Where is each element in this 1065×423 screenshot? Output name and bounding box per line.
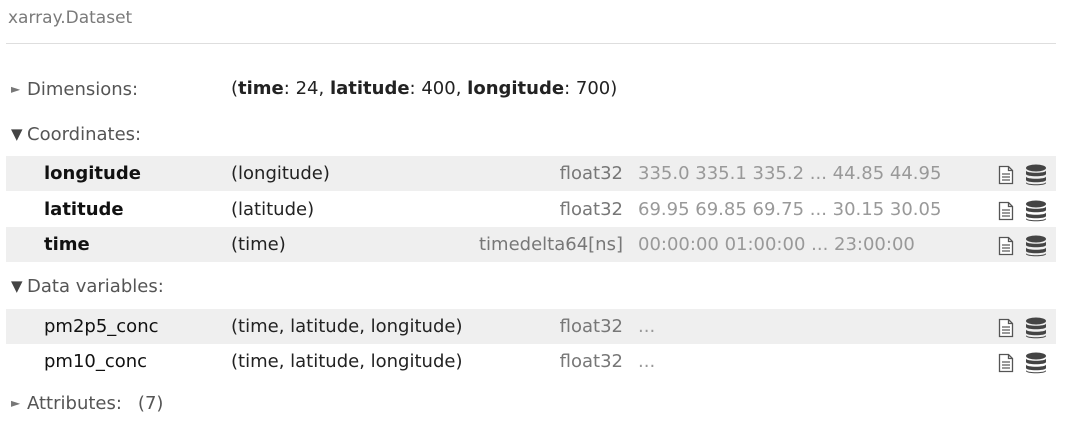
data-variable-row-pm2p5-conc: pm2p5_conc (time, latitude, longitude) f…: [6, 309, 1056, 344]
file-text-icon[interactable]: [998, 318, 1014, 338]
var-dims: (time, latitude, longitude): [231, 351, 463, 372]
attributes-section-toggle[interactable]: ► Attributes: (7): [11, 389, 163, 417]
dims-close-paren: ): [610, 78, 618, 99]
dim-sep: :: [564, 78, 576, 99]
file-text-icon[interactable]: [998, 236, 1014, 256]
attributes-label: Attributes:: [27, 392, 122, 414]
data-variables-section-toggle[interactable]: ▼ Data variables:: [11, 272, 164, 300]
database-icon[interactable]: [1025, 317, 1047, 339]
coordinate-row-latitude: latitude (latitude) float32 69.95 69.85 …: [6, 192, 1056, 227]
dataset-title: xarray.Dataset: [8, 8, 133, 28]
var-preview: ...: [638, 351, 656, 372]
dimensions-label: Dimensions:: [27, 78, 139, 100]
expanded-arrow-icon: ▼: [11, 125, 23, 143]
var-name: latitude: [44, 199, 124, 220]
var-dtype: float32: [559, 351, 623, 372]
dataset-header: xarray.Dataset: [6, 0, 1056, 44]
dim-size: 400: [421, 78, 456, 99]
var-dims: (longitude): [231, 163, 330, 184]
dim-trail: ,: [455, 78, 468, 99]
dim-trail: ,: [318, 78, 330, 99]
coordinate-row-time: time (time) timedelta64[ns] 00:00:00 01:…: [6, 227, 1056, 262]
dim-name: latitude: [329, 78, 410, 99]
dim-size: 24: [295, 78, 319, 99]
dim-name: time: [238, 78, 284, 99]
dims-open-paren: (: [231, 78, 239, 99]
data-variable-row-pm10-conc: pm10_conc (time, latitude, longitude) fl…: [6, 344, 1056, 379]
coordinates-section-toggle[interactable]: ▼ Coordinates:: [11, 120, 141, 148]
file-text-icon[interactable]: [998, 165, 1014, 185]
data-variables-label: Data variables:: [27, 275, 164, 297]
var-name: longitude: [44, 163, 141, 184]
var-preview: 00:00:00 01:00:00 ... 23:00:00: [638, 234, 915, 255]
var-preview: ...: [638, 316, 656, 337]
collapsed-arrow-icon: ►: [11, 396, 21, 410]
database-icon[interactable]: [1025, 235, 1047, 257]
dimensions-section-toggle[interactable]: ► Dimensions:: [11, 75, 138, 103]
attributes-count: (7): [137, 392, 164, 414]
dim-sep: :: [409, 78, 422, 99]
var-dims: (latitude): [231, 199, 315, 220]
var-name: time: [44, 234, 90, 255]
var-dtype: float32: [559, 163, 623, 184]
expanded-arrow-icon: ▼: [11, 277, 23, 295]
database-icon[interactable]: [1025, 200, 1047, 222]
var-dims: (time, latitude, longitude): [231, 316, 463, 337]
dim-sep: :: [283, 78, 296, 99]
file-text-icon[interactable]: [998, 353, 1014, 373]
file-text-icon[interactable]: [998, 201, 1014, 221]
dimensions-value: (time: 24, latitude: 400, longitude: 700…: [231, 75, 617, 103]
collapsed-arrow-icon: ►: [11, 82, 21, 96]
database-icon[interactable]: [1025, 352, 1047, 374]
var-dtype: float32: [559, 316, 623, 337]
var-name: pm2p5_conc: [44, 316, 159, 337]
var-dims: (time): [231, 234, 286, 255]
var-dtype: float32: [559, 199, 623, 220]
var-dtype: timedelta64[ns]: [479, 234, 623, 255]
var-preview: 335.0 335.1 335.2 ... 44.85 44.95: [638, 163, 942, 184]
coordinate-row-longitude: longitude (longitude) float32 335.0 335.…: [6, 156, 1056, 191]
coordinates-label: Coordinates:: [27, 123, 142, 145]
var-preview: 69.95 69.85 69.75 ... 30.15 30.05: [638, 199, 942, 220]
dim-name: longitude: [467, 78, 565, 99]
var-name: pm10_conc: [44, 351, 148, 372]
dim-size: 700: [575, 78, 611, 99]
database-icon[interactable]: [1025, 164, 1047, 186]
